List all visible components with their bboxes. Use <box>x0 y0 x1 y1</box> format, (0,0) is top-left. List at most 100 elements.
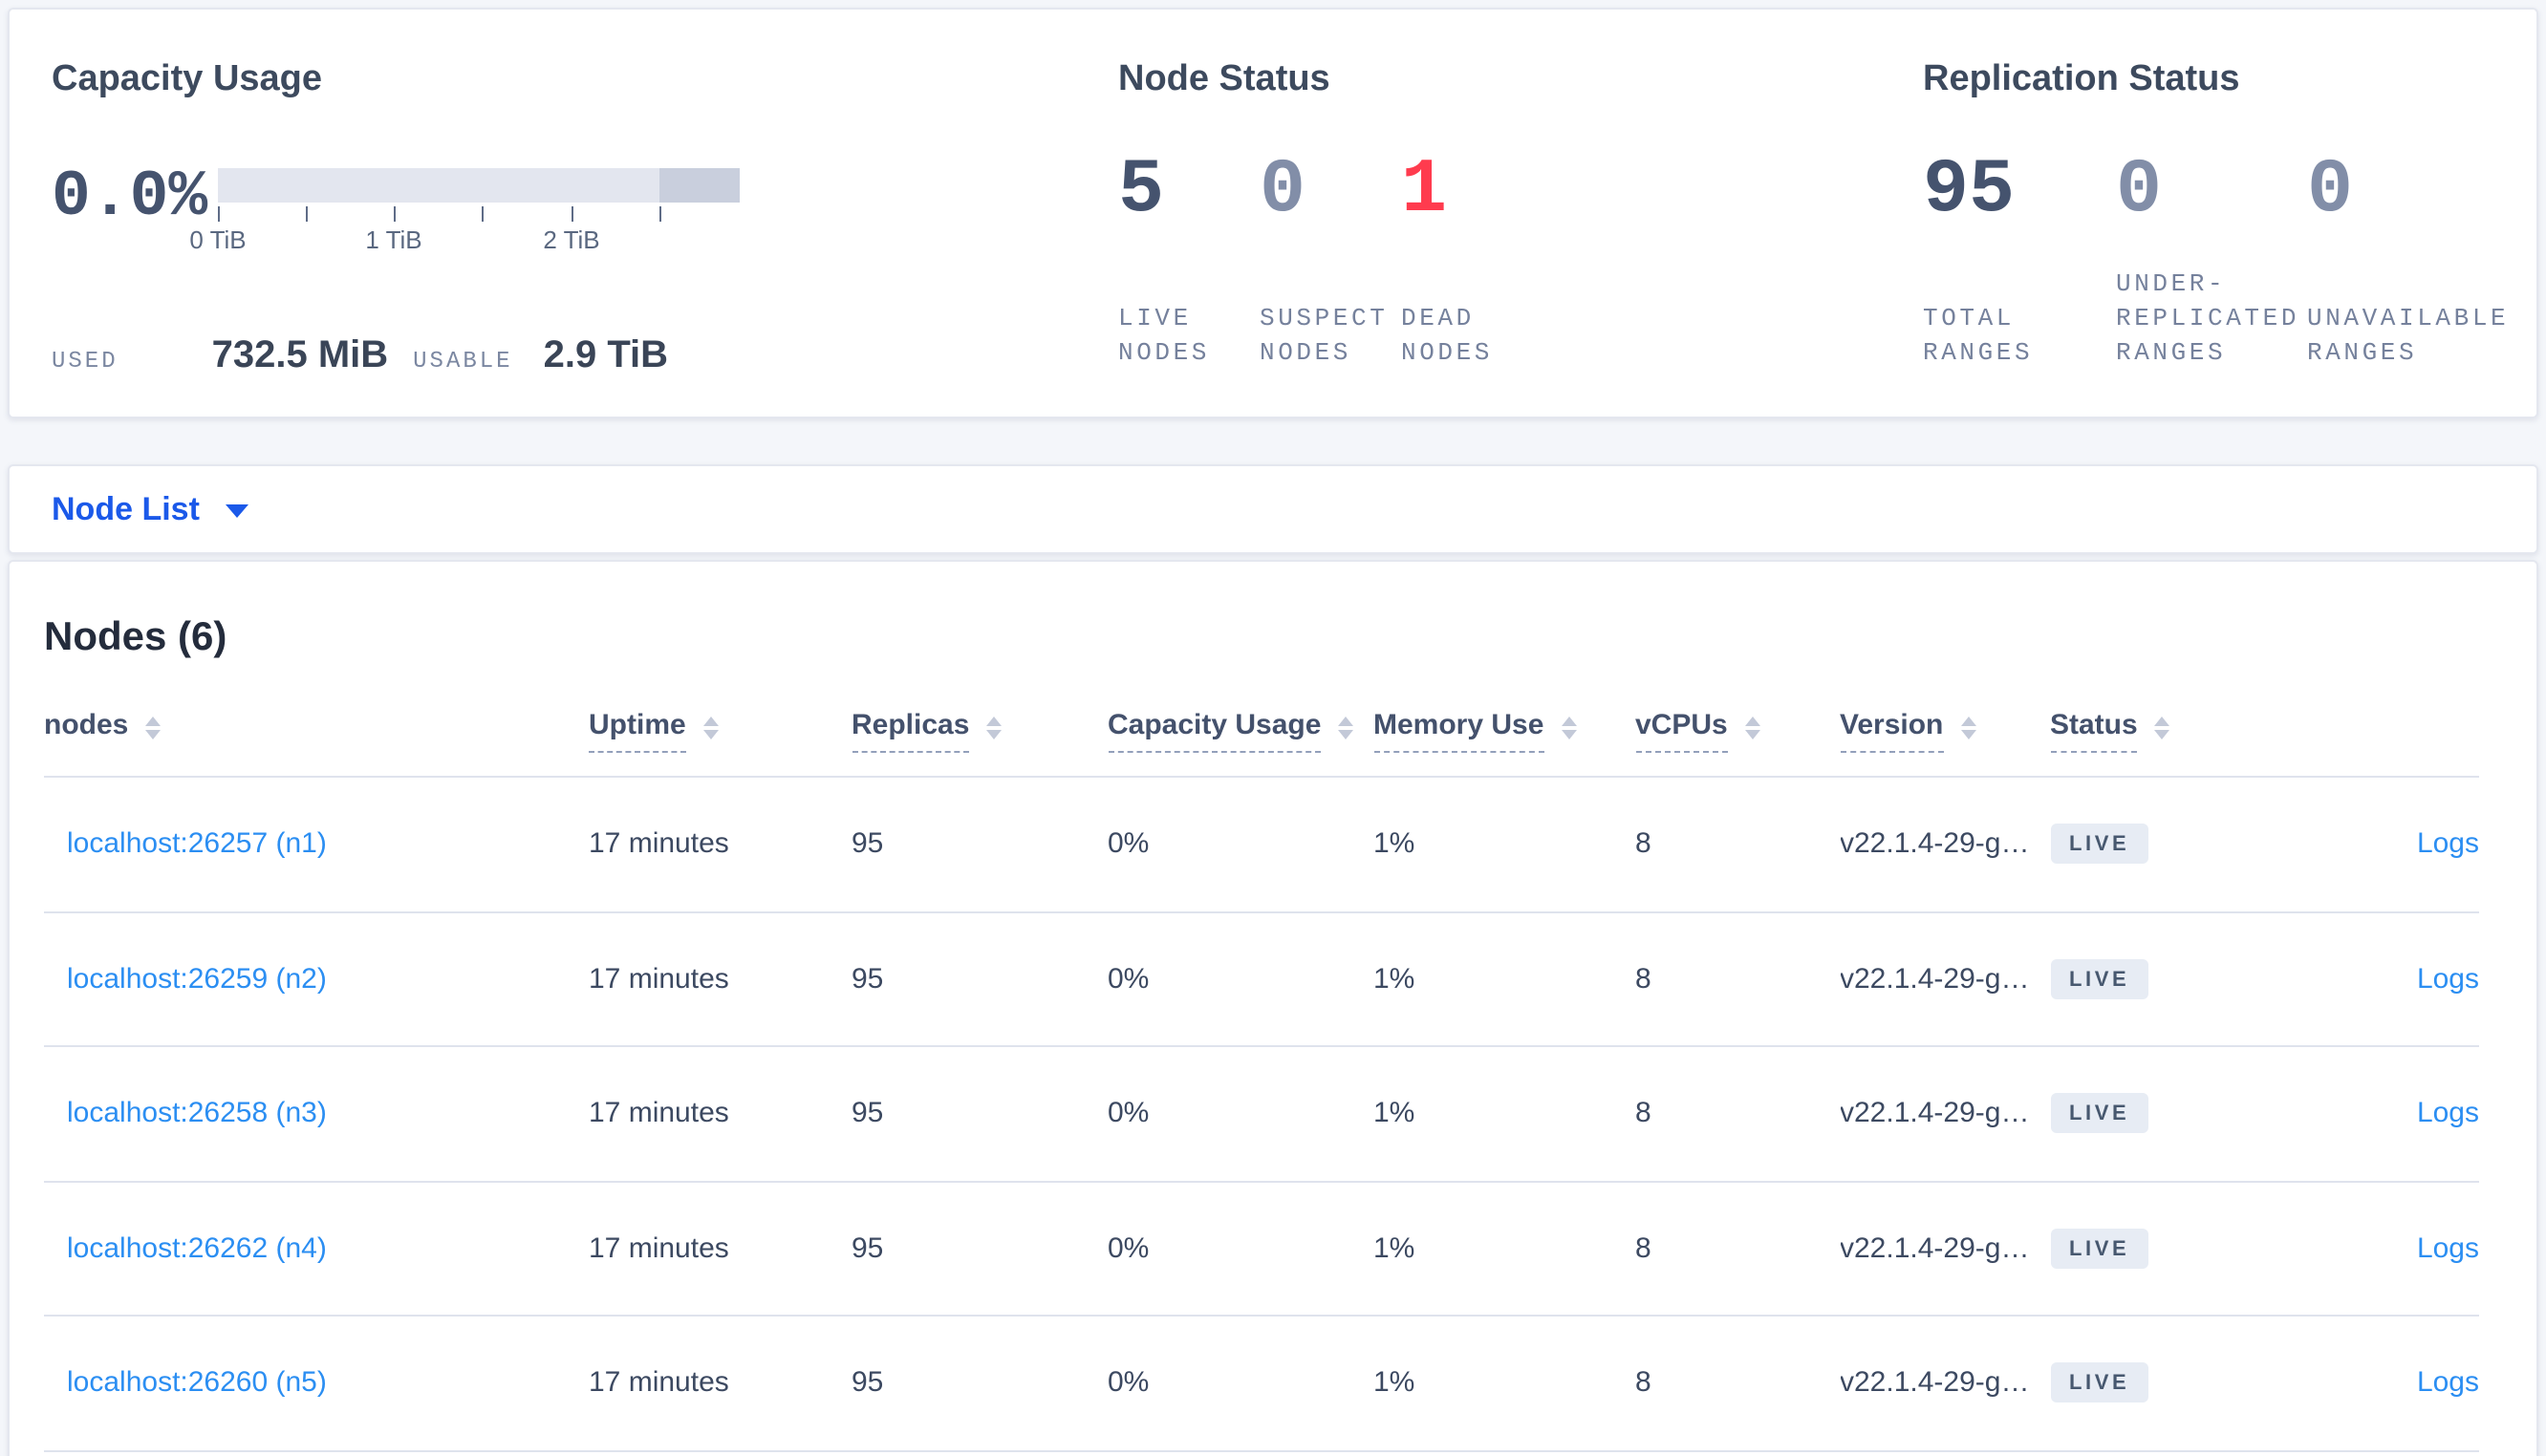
capacity-percent: 0.0% <box>52 162 208 235</box>
node-link[interactable]: localhost:26258 (n3) <box>67 1098 327 1130</box>
column-header-replicas[interactable]: Replicas <box>852 709 1108 753</box>
logs-link[interactable]: Logs <box>2417 1098 2479 1130</box>
table-row: localhost:26262 (n4) 17 minutes 95 0% 1%… <box>44 1182 2479 1317</box>
used-label: USED <box>52 348 119 375</box>
usable-value: 2.9 TiB <box>543 334 669 376</box>
node-cell: localhost:26258 (n3) <box>44 1098 589 1130</box>
column-header-label: Uptime <box>589 709 686 753</box>
logs-link[interactable]: Logs <box>2417 1367 2479 1400</box>
vcpus-cell: 8 <box>1635 1097 1651 1130</box>
logs-cell: Logs <box>2392 1232 2479 1265</box>
logs-link[interactable]: Logs <box>2417 828 2479 861</box>
uptime-cell: 17 minutes <box>589 1231 729 1265</box>
capacity-bar-end-segment <box>659 168 740 203</box>
cluster-overview-page: Capacity Usage 0.0% 0 TiB 1 TiB 2 TiB US… <box>0 0 2546 1456</box>
replicas-cell: 95 <box>852 1231 884 1265</box>
memory-use-cell: 1% <box>1373 1231 1415 1265</box>
capacity-bar <box>218 168 740 203</box>
stat-label: DEAD NODES <box>1401 304 1494 367</box>
column-header-label: nodes <box>44 709 129 741</box>
sort-icon <box>986 716 1003 739</box>
under-replicated-ranges-stat: 0 UNDER-REPLICATED RANGES <box>2116 10 2296 417</box>
node-link[interactable]: localhost:26259 (n2) <box>67 963 327 996</box>
table-row: localhost:26259 (n2) 17 minutes 95 0% 1%… <box>44 912 2479 1047</box>
memory-use-cell: 1% <box>1373 1097 1415 1130</box>
nodes-card: Nodes (6) nodes Uptime Replicas Capacity… <box>8 560 2538 1456</box>
column-header-memory-use[interactable]: Memory Use <box>1373 709 1635 753</box>
column-header-nodes[interactable]: nodes <box>44 709 589 753</box>
tick-label: 1 TiB <box>365 225 422 254</box>
nodes-title: Nodes (6) <box>44 615 227 659</box>
view-selector-dropdown[interactable]: Node List <box>52 490 249 528</box>
logs-cell: Logs <box>2392 963 2479 996</box>
status-cell: LIVE <box>2050 958 2392 999</box>
column-header-status[interactable]: Status <box>2050 709 2392 753</box>
suspect-nodes-stat: 0 SUSPECT NODES <box>1260 10 1385 417</box>
capacity-usage-cell: 0% <box>1108 1366 1150 1400</box>
node-cell: localhost:26259 (n2) <box>44 963 589 996</box>
replicas-cell: 95 <box>852 1366 884 1400</box>
uptime-cell: 17 minutes <box>589 962 729 996</box>
cluster-summary-panel: Capacity Usage 0.0% 0 TiB 1 TiB 2 TiB US… <box>8 8 2538 418</box>
total-ranges-stat: 95 TOTAL RANGES <box>1923 10 2030 417</box>
capacity-usage-cell: 0% <box>1108 962 1150 996</box>
logs-cell: Logs <box>2392 1367 2479 1400</box>
column-header-vcpus[interactable]: vCPUs <box>1635 709 1840 753</box>
status-cell: LIVE <box>2050 1362 2392 1403</box>
vcpus-cell: 8 <box>1635 962 1651 996</box>
logs-link[interactable]: Logs <box>2417 1232 2479 1265</box>
unavailable-ranges-stat: 0 UNAVAILABLE RANGES <box>2307 10 2506 417</box>
table-row: localhost:26260 (n5) 17 minutes 95 0% 1%… <box>44 1317 2479 1451</box>
table-row: localhost:26258 (n3) 17 minutes 95 0% 1%… <box>44 1047 2479 1182</box>
column-header-label: Version <box>1840 709 1944 753</box>
sort-icon <box>2154 716 2170 739</box>
status-badge: LIVE <box>2050 1362 2149 1403</box>
sort-icon <box>1960 716 1976 739</box>
node-link[interactable]: localhost:26257 (n1) <box>67 828 327 861</box>
column-header-version[interactable]: Version <box>1840 709 2050 753</box>
version-cell: v22.1.4-29-g… <box>1840 827 2030 861</box>
status-badge: LIVE <box>2050 1093 2149 1134</box>
capacity-usage-title: Capacity Usage <box>52 59 323 99</box>
node-link[interactable]: localhost:26260 (n5) <box>67 1367 327 1400</box>
stat-value: 95 <box>1923 149 2016 235</box>
memory-use-cell: 1% <box>1373 1366 1415 1400</box>
sort-icon <box>1338 716 1354 739</box>
memory-use-cell: 1% <box>1373 827 1415 861</box>
logs-link[interactable]: Logs <box>2417 963 2479 996</box>
column-header-capacity-usage[interactable]: Capacity Usage <box>1108 709 1373 753</box>
table-header-row: nodes Uptime Replicas Capacity Usage Mem… <box>44 663 2479 778</box>
stat-label: UNAVAILABLE RANGES <box>2307 304 2510 367</box>
capacity-usage-cell: 0% <box>1108 1231 1150 1265</box>
uptime-cell: 17 minutes <box>589 1097 729 1130</box>
logs-cell: Logs <box>2392 1098 2479 1130</box>
uptime-cell: 17 minutes <box>589 1366 729 1400</box>
view-selector-bar: Node List <box>8 464 2538 554</box>
status-cell: LIVE <box>2050 1093 2392 1134</box>
stat-label: SUSPECT NODES <box>1260 304 1389 367</box>
status-badge: LIVE <box>2050 958 2149 999</box>
column-header-logs <box>2392 725 2479 737</box>
version-cell: v22.1.4-29-g… <box>1840 1097 2030 1130</box>
status-badge: LIVE <box>2050 1228 2149 1269</box>
stat-label: TOTAL RANGES <box>1923 304 2034 367</box>
node-cell: localhost:26257 (n1) <box>44 828 589 861</box>
vcpus-cell: 8 <box>1635 827 1651 861</box>
stat-value: 0 <box>1260 149 1306 235</box>
capacity-usage-cell: 0% <box>1108 827 1150 861</box>
sort-icon <box>702 716 719 739</box>
node-cell: localhost:26262 (n4) <box>44 1232 589 1265</box>
replicas-cell: 95 <box>852 827 884 861</box>
status-cell: LIVE <box>2050 1228 2392 1269</box>
replicas-cell: 95 <box>852 962 884 996</box>
used-value: 732.5 MiB <box>211 334 389 376</box>
stat-value: 5 <box>1118 149 1165 235</box>
memory-use-cell: 1% <box>1373 962 1415 996</box>
column-header-uptime[interactable]: Uptime <box>589 709 852 753</box>
column-header-label: vCPUs <box>1635 709 1728 753</box>
tick-label: 0 TiB <box>189 225 247 254</box>
column-header-label: Capacity Usage <box>1108 709 1322 753</box>
node-link[interactable]: localhost:26262 (n4) <box>67 1232 327 1265</box>
stat-label: UNDER-REPLICATED RANGES <box>2116 269 2300 367</box>
column-header-label: Replicas <box>852 709 970 753</box>
